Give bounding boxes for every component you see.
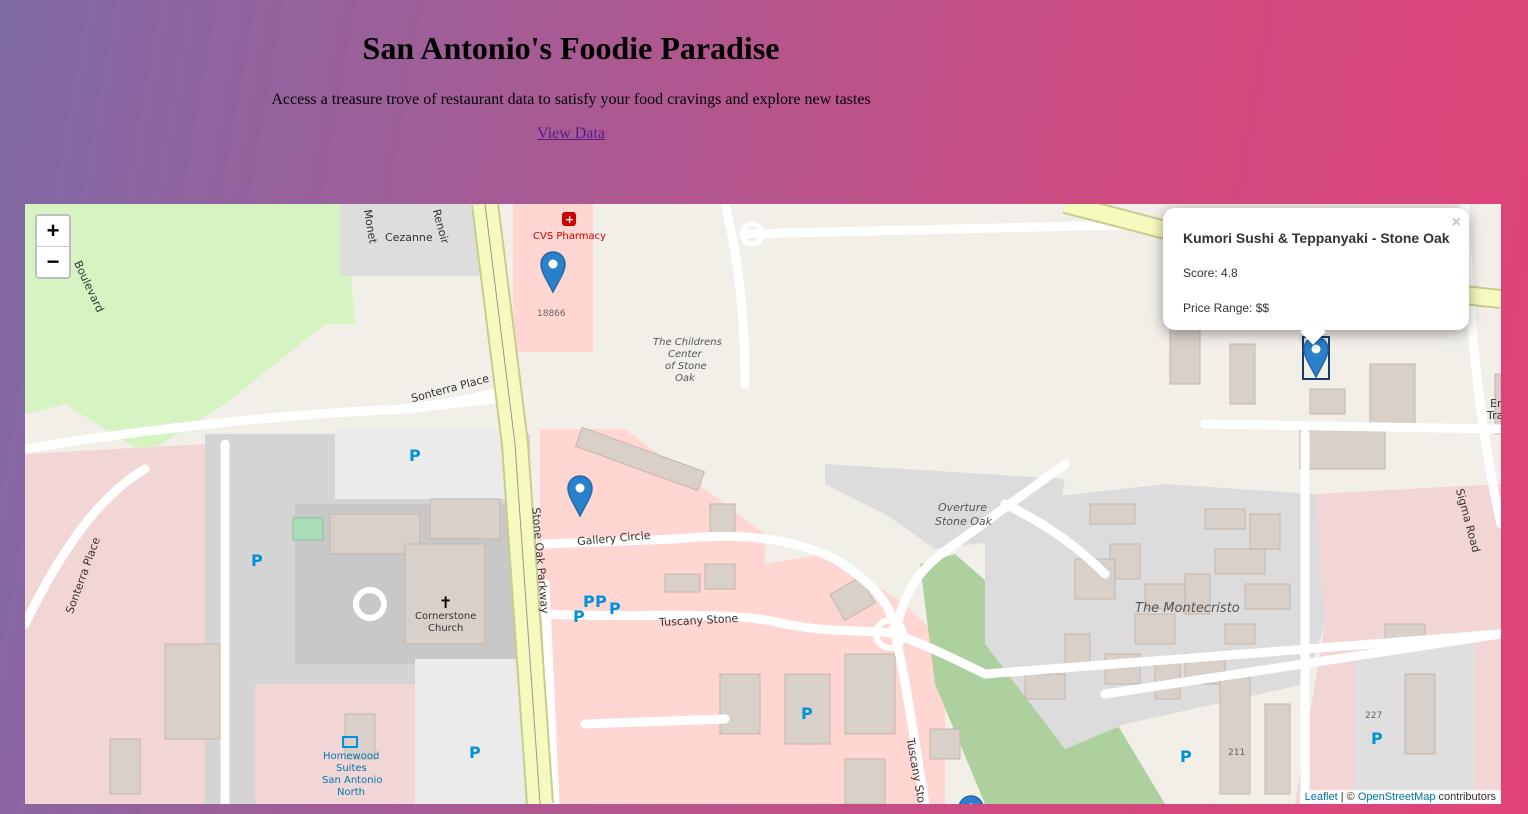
label-childrens-1: The Childrens [653,337,722,348]
attribution-separator: | © [1337,791,1358,803]
page-title: San Antonio's Foodie Paradise [362,30,780,66]
label-en-2: Tra [1487,409,1501,422]
label-227: 227 [1365,711,1383,721]
svg-text:P: P [595,592,607,611]
svg-text:P: P [609,599,621,618]
popup-close-button[interactable]: × [1452,214,1461,232]
label-18866: 18866 [537,309,566,319]
svg-text:P: P [469,743,481,762]
pharmacy-cross: + [565,213,574,226]
label-childrens-2: Center [668,349,702,360]
svg-text:P: P [583,592,595,611]
map-marker[interactable] [958,795,984,804]
view-data-link[interactable]: View Data [537,125,605,142]
svg-text:P: P [251,551,263,570]
zoom-in-button[interactable]: + [37,216,69,246]
label-cornerstone-1: Cornerstone [415,611,477,622]
label-homewood-3: San Antonio [322,775,383,786]
page-subtitle: Access a treasure trove of restaurant da… [271,91,871,108]
svg-text:P: P [1180,747,1192,766]
osm-link[interactable]: OpenStreetMap [1358,791,1436,803]
label-homewood-1: Homewood [323,751,380,762]
label-homewood-2: Suites [336,763,367,774]
label-cezanne: Cezanne [385,231,433,244]
popup-price-range: Price Range: $$ [1183,301,1270,315]
zoom-out-button[interactable]: − [37,246,69,277]
label-cornerstone-2: Church [428,623,464,634]
view-data-container: View Data [0,125,1142,143]
svg-text:P: P [1371,729,1383,748]
popup-score: Score: 4.8 [1183,266,1238,280]
label-homewood-4: North [337,787,365,798]
popup-restaurant-name: Kumori Sushi & Teppanyaki - Stone Oak [1183,230,1450,246]
label-cvs: CVS Pharmacy [533,231,607,242]
label-childrens-3: of Stone [665,361,707,372]
label-montecristo: The Montecristo [1135,601,1240,616]
restaurant-popup: × Kumori Sushi & Teppanyaki - Stone Oak … [1163,208,1469,345]
restaurant-map[interactable]: P P P P P P P P P P + ✝ CVS Pharmacy Cez… [25,204,1501,804]
svg-text:P: P [409,446,421,465]
label-childrens-4: Oak [675,373,695,384]
leaflet-link[interactable]: Leaflet [1305,791,1338,803]
label-overture-2: Stone Oak [935,515,993,528]
label-211: 211 [1228,748,1246,758]
svg-text:P: P [801,704,813,723]
label-overture-1: Overture [938,501,988,514]
pool [292,517,324,541]
church-icon: ✝ [439,593,452,612]
map-attribution: Leaflet | © OpenStreetMap contributors [1299,790,1501,804]
attribution-contributors: contributors [1435,791,1496,803]
zoom-control: + − [35,214,71,279]
